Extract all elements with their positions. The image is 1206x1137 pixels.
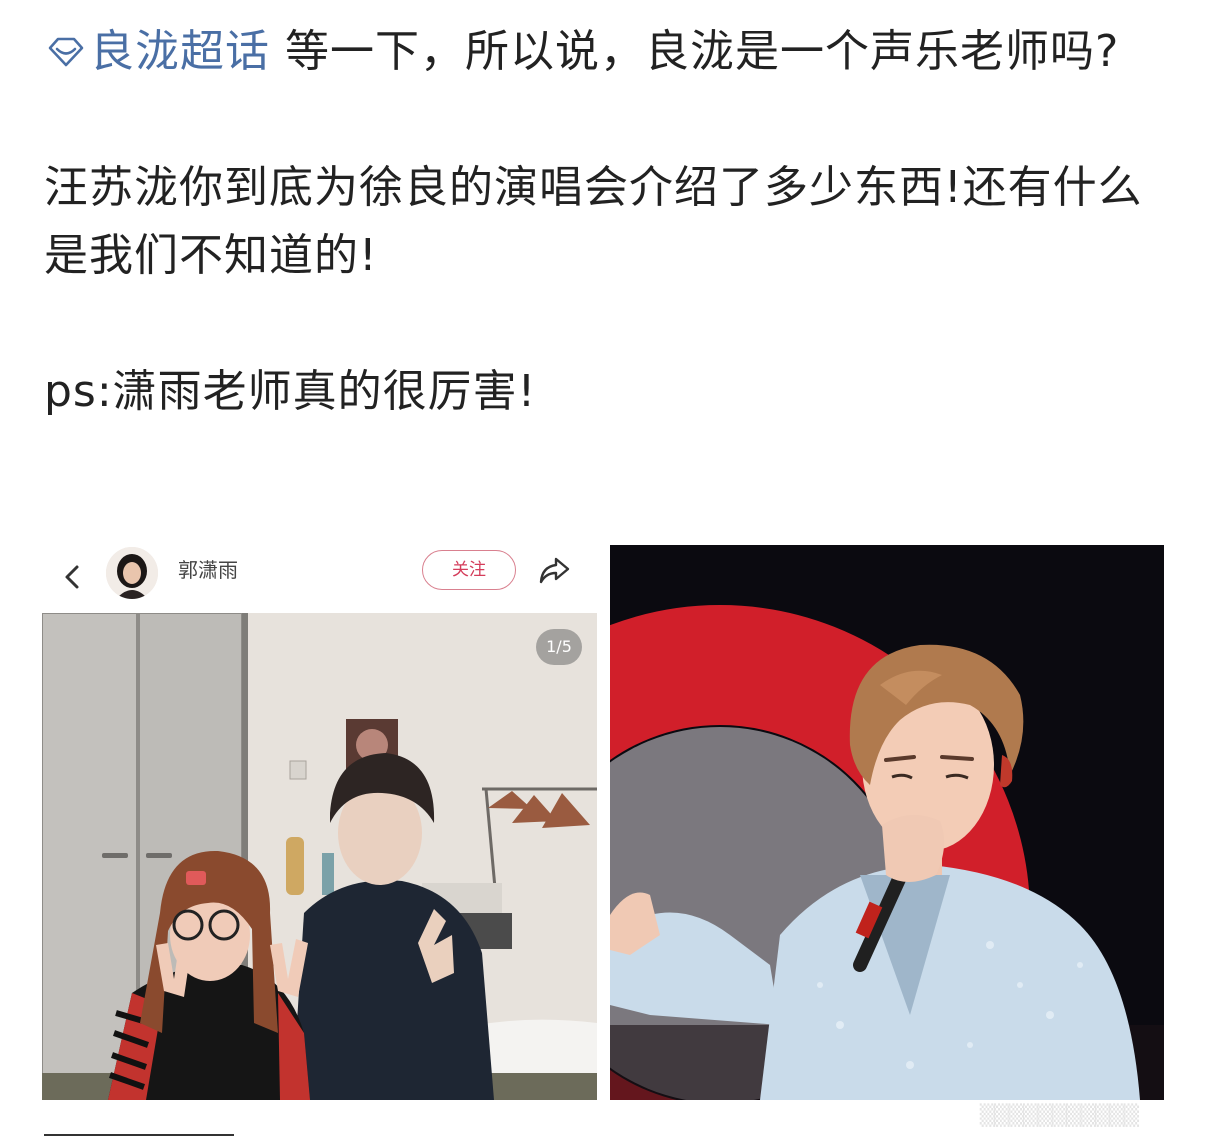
post-paragraph2: 汪苏泷你到底为徐良的演唱会介绍了多少东西!还有什么是我们不知道的!: [44, 162, 1143, 281]
backstage-photo[interactable]: [42, 613, 597, 1100]
post-text: 良泷超话 等一下，所以说，良泷是一个声乐老师吗? 汪苏泷你到底为徐良的演唱会介绍…: [44, 18, 1164, 426]
topic-name: 良泷超话: [90, 26, 270, 77]
topic-link[interactable]: 良泷超话: [44, 26, 270, 77]
diamond-topic-icon: [48, 37, 84, 67]
app-header: 郭潇雨 关注: [42, 545, 597, 611]
post-line1: 等一下，所以说，良泷是一个声乐老师吗?: [285, 26, 1120, 77]
follow-button[interactable]: 关注: [422, 550, 516, 590]
avatar[interactable]: [106, 547, 158, 599]
post-first-paragraph: 良泷超话 等一下，所以说，良泷是一个声乐老师吗?: [44, 18, 1164, 86]
post-paragraph3: ps:潇雨老师真的很厉害!: [44, 366, 537, 417]
page-counter: 1/5: [536, 629, 582, 665]
performance-photo[interactable]: [610, 545, 1164, 1100]
chevron-left-icon[interactable]: [60, 557, 84, 597]
embedded-screenshot-card[interactable]: 郭潇雨 关注 1/5: [42, 545, 597, 1100]
bottom-divider: [44, 1134, 234, 1136]
watermark: ▒▒▒▒▒▒▒▒▒▒▒: [979, 1103, 1139, 1127]
username[interactable]: 郭潇雨: [178, 557, 238, 583]
share-arrow-icon[interactable]: [536, 553, 572, 587]
